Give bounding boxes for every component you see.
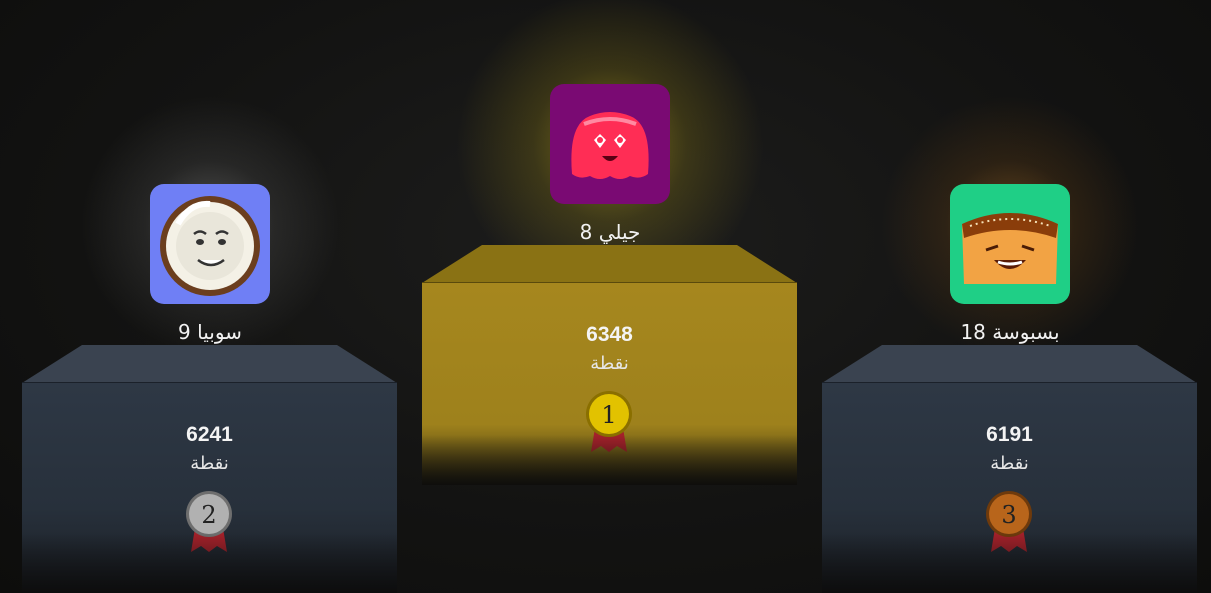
basbousa-avatar[interactable] [950, 184, 1070, 304]
medal-rank-1: 1 [601, 401, 616, 429]
coconut-avatar[interactable] [150, 184, 270, 304]
second-place-name: سوبيا 9 [178, 320, 242, 344]
second-place-points-label: نقطة [190, 453, 229, 474]
jelly-avatar[interactable] [550, 84, 670, 204]
second-place-score: 6241 [186, 423, 233, 446]
first-place-podium: 6348 نقطة 1 [422, 245, 797, 485]
third-place-score: 6191 [986, 423, 1033, 446]
jelly-character-icon [571, 112, 649, 179]
podium-top-surface [422, 245, 797, 284]
basbousa-character-icon [962, 213, 1058, 284]
third-place-points-label: نقطة [990, 453, 1029, 474]
medal-rank-3: 3 [1001, 501, 1016, 529]
first-place-name: جيلي 8 [579, 220, 641, 244]
coconut-character-icon [160, 196, 260, 296]
podium-top-surface [822, 345, 1197, 384]
third-place-name: بسبوسة 18 [960, 320, 1060, 344]
third-place-podium: 6191 نقطة 3 [822, 345, 1197, 593]
first-place-score: 6348 [586, 323, 633, 346]
medal-rank-2: 2 [201, 501, 216, 529]
first-place-points-label: نقطة [590, 353, 629, 374]
second-place-podium: 6241 نقطة 2 [22, 345, 397, 593]
podium-top-surface [22, 345, 397, 384]
